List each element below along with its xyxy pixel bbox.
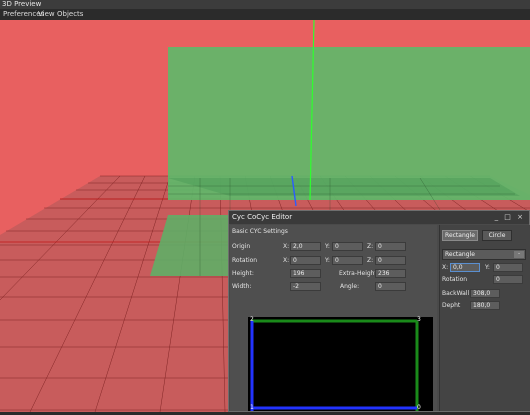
- rotation-z-field[interactable]: 0: [375, 256, 406, 265]
- cyc-editor-dialog: Cyc CoCyc Editor _ □ × Basic CYC Setting…: [228, 210, 530, 412]
- rotation-x-label: X:: [283, 257, 290, 264]
- depth-field[interactable]: 180,0: [470, 301, 500, 310]
- menu-view[interactable]: View: [38, 9, 55, 20]
- corner-label-0: 0: [417, 404, 421, 411]
- shape-x-field[interactable]: 0,0: [450, 263, 480, 272]
- section-title: Basic CYC Settings: [232, 228, 288, 235]
- basic-settings-panel: Basic CYC Settings Origin X: 2,0 Y: 0 Z:…: [230, 225, 437, 411]
- rotation-z-label: Z:: [367, 257, 374, 264]
- corner-label-3: 3: [417, 316, 421, 323]
- menu-objects[interactable]: Objects: [57, 9, 83, 20]
- cyc-shape-preview[interactable]: 2 3 1 0: [248, 316, 433, 411]
- cyc-back-wall: [168, 47, 530, 200]
- extra-height-field[interactable]: 236: [375, 269, 406, 278]
- shape-panel: Rectangle Circle Rectangle - X: 0,0 Y: 0…: [439, 225, 530, 411]
- angle-label: Angle:: [340, 283, 360, 290]
- shape-y-label: Y:: [485, 264, 490, 271]
- origin-x-label: X:: [283, 243, 290, 250]
- shape-select[interactable]: Rectangle -: [442, 249, 526, 260]
- circle-button[interactable]: Circle: [482, 230, 512, 241]
- cyc-cove: [168, 178, 520, 196]
- rotation-y-label: Y:: [325, 257, 330, 264]
- backwall-field[interactable]: 308,0: [470, 289, 500, 298]
- origin-y-label: Y:: [325, 243, 330, 250]
- corner-label-2: 2: [250, 316, 254, 323]
- shape-x-label: X:: [442, 264, 449, 271]
- menu-bar: Preferences View Objects: [0, 9, 530, 20]
- rotation-label: Rotation: [232, 257, 258, 264]
- dialog-title: Cyc CoCyc Editor: [232, 213, 293, 221]
- backwall-label: BackWall: [442, 290, 470, 297]
- window-controls[interactable]: _ □ ×: [495, 211, 525, 224]
- width-label: Width:: [232, 283, 252, 290]
- width-field[interactable]: -2: [290, 282, 321, 291]
- angle-field[interactable]: 0: [375, 282, 406, 291]
- origin-x-field[interactable]: 2,0: [290, 242, 321, 251]
- origin-y-field[interactable]: 0: [332, 242, 363, 251]
- preview-canvas: [250, 319, 419, 411]
- height-label: Height:: [232, 270, 254, 277]
- rectangle-button[interactable]: Rectangle: [442, 230, 478, 241]
- shape-rotation-label: Rotation: [442, 276, 468, 283]
- shape-select-value: Rectangle: [445, 251, 475, 258]
- depth-label: Depht: [442, 302, 461, 309]
- shape-y-field[interactable]: 0: [493, 263, 523, 272]
- origin-z-label: Z:: [367, 243, 374, 250]
- dialog-title-bar: Cyc CoCyc Editor: [229, 211, 529, 224]
- extra-height-label: Extra-Height:: [339, 270, 379, 277]
- app-title-bar: 3D Preview: [0, 0, 530, 9]
- origin-label: Origin: [232, 243, 251, 250]
- origin-z-field[interactable]: 0: [375, 242, 406, 251]
- chevron-down-icon[interactable]: -: [514, 251, 524, 258]
- rotation-y-field[interactable]: 0: [332, 256, 363, 265]
- height-field[interactable]: 196: [290, 269, 321, 278]
- rotation-x-field[interactable]: 0: [290, 256, 321, 265]
- corner-label-1: 1: [250, 404, 254, 411]
- app-title: 3D Preview: [2, 0, 42, 8]
- shape-rotation-field[interactable]: 0: [493, 275, 523, 284]
